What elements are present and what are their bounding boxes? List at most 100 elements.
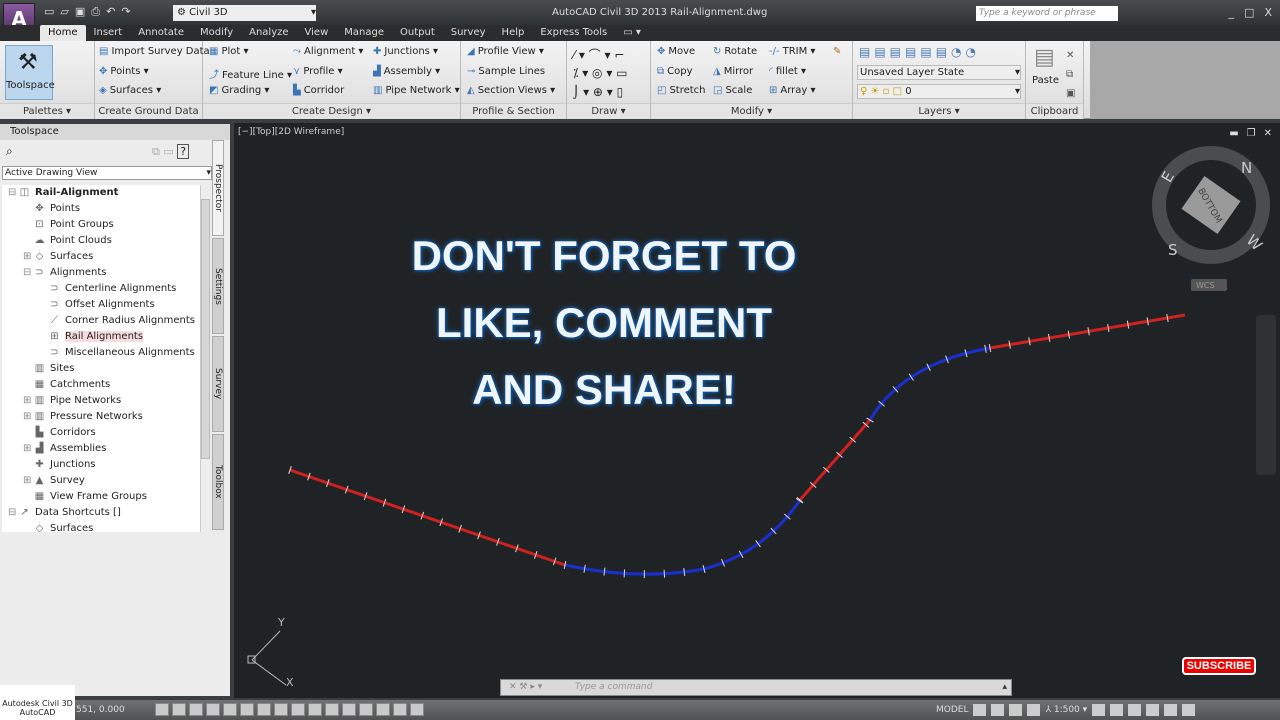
drafting-toggle-icon[interactable] [376,703,390,716]
tab-0[interactable]: Home [40,25,86,41]
annotation-visibility-icon[interactable] [1092,704,1106,716]
array-button[interactable]: ⊞ Array ▾ [769,85,816,96]
tree-node[interactable]: ⊟ ⊃ Alignments [2,265,210,281]
new-icon[interactable]: ▭ [44,5,54,19]
tree-node[interactable]: ⊃ Miscellaneous Alignments [2,345,210,361]
expand-icon[interactable]: ⊟ [8,505,18,521]
tree-node[interactable]: ⊞ ▥ Pipe Networks [2,393,210,409]
alignment-tangent[interactable] [798,419,872,501]
tab-10[interactable]: Express Tools [532,25,615,41]
layout-icon[interactable] [991,704,1005,716]
alignment-curve[interactable] [564,499,802,576]
drafting-toggle-icon[interactable] [325,703,339,716]
expand-icon[interactable]: ⊞ [23,393,33,409]
alignment-curve[interactable] [868,346,991,421]
drafting-toggle-icon[interactable] [308,703,322,716]
tree-node[interactable]: ✥ Points [2,201,210,217]
drafting-toggle-icon[interactable] [155,703,169,716]
expand-icon[interactable]: ⊞ [23,409,33,425]
drafting-toggle-icon[interactable] [206,703,220,716]
alignment-tangent[interactable] [989,313,1186,350]
feature-line-button[interactable]: ⤴ Feature Line ▾ [209,66,292,81]
maximize-button[interactable]: □ [1244,6,1254,19]
undo-icon[interactable]: ↶ [106,5,115,19]
tab-settings[interactable]: Settings [212,238,224,334]
assembly-button[interactable]: ▟ Assembly ▾ [373,66,440,77]
layout-icon[interactable] [1009,704,1023,716]
surfaces-button[interactable]: ◈ Surfaces ▾ [99,85,161,96]
mirror-button[interactable]: ◮ Mirror [713,66,753,77]
tree-node[interactable]: ⊞ ◇ Surfaces [2,249,210,265]
palettes-panel-title[interactable]: Palettes ▾ [0,103,94,119]
tree-node[interactable]: ✚ Junctions [2,457,210,473]
scale-button[interactable]: ◲ Scale [713,85,752,96]
drafting-toggle-icon[interactable] [393,703,407,716]
command-history-toggle[interactable]: ▴ [1002,680,1007,695]
profile-view-button[interactable]: ◢ Profile View ▾ [467,46,544,57]
tree-node[interactable]: ◇ Surfaces [2,521,210,532]
profile-button[interactable]: ⋎ Profile ▾ [293,66,343,77]
expand-icon[interactable]: ⊞ [23,249,33,265]
save-icon[interactable]: ▣ [75,5,85,19]
layout-icon[interactable] [1027,704,1041,716]
drafting-toggle-icon[interactable] [257,703,271,716]
lock-icon[interactable] [1128,704,1142,716]
drafting-toggle-icon[interactable] [274,703,288,716]
drafting-toggle-icon[interactable] [172,703,186,716]
tree-node[interactable]: ⊃ Centerline Alignments [2,281,210,297]
create-ground-data-title[interactable]: Create Ground Data ▾ [95,103,202,133]
line-icon[interactable]: ⁄ ▾ ⌒ ▾ ⌐ [573,46,624,63]
subscribe-button[interactable]: SUBSCRIBE [1182,657,1256,675]
points-button[interactable]: ✥ Points ▾ [99,66,149,77]
junctions-button[interactable]: ✚ Junctions ▾ [373,46,438,57]
copy-button[interactable]: ⧉ Copy [657,66,693,77]
paste-button[interactable]: Paste [1032,75,1059,86]
layers-title[interactable]: Layers ▾ [853,103,1025,119]
view-dropdown[interactable]: Active Drawing View ▾ [2,166,212,180]
tab-2[interactable]: Annotate [130,25,192,41]
workspace-dropdown[interactable]: ⚙ Civil 3D ▾ [173,5,316,21]
tree-node[interactable]: ▦ View Frame Groups [2,489,210,505]
command-line[interactable]: ✕ ⚒ ▸ ▾ Type a command ▴ [500,679,1012,696]
tree-node[interactable]: ⊡ Point Groups [2,217,210,233]
drafting-toggle-icon[interactable] [410,703,424,716]
minimize-button[interactable]: _ [1229,6,1235,19]
tab-6[interactable]: Manage [336,25,392,41]
tree-node[interactable]: ▦ Catchments [2,377,210,393]
profile-section-views-title[interactable]: Profile & Section Views [461,103,566,133]
tab-3[interactable]: Modify [192,25,241,41]
tab-prospector[interactable]: Prospector [212,140,224,236]
tree-node[interactable]: ▥ Sites [2,361,210,377]
compass-s[interactable]: S [1168,241,1178,259]
tree-scrollbar[interactable] [200,185,210,532]
tree-node[interactable]: ⊞ ▥ Pressure Networks [2,409,210,425]
trim-button[interactable]: -/- TRIM ▾ [769,46,815,57]
plot-button[interactable]: ▦ Plot ▾ [209,46,249,57]
clean-screen-icon[interactable] [1182,704,1196,716]
tab-8[interactable]: Survey [443,25,494,41]
open-icon[interactable]: ▱ [60,5,68,19]
modify-title[interactable]: Modify ▾ [651,103,852,119]
corridor-button[interactable]: ▙ Corridor [293,85,344,96]
pipe-network-button[interactable]: ▥ Pipe Network ▾ [373,85,460,96]
grading-button[interactable]: ◩ Grading ▾ [209,85,269,96]
toolspace-button[interactable]: ⚒ Toolspace [5,45,55,100]
hardware-icon[interactable] [1164,704,1178,716]
section-views-button[interactable]: ◭ Section Views ▾ [467,85,555,96]
tree-node[interactable]: ⊟ ◫ Rail-Alignment [2,185,210,201]
wcs-menu[interactable]: WCS [1196,281,1215,290]
create-design-title[interactable]: Create Design ▾ [203,103,460,119]
rotate-button[interactable]: ↻ Rotate [713,46,757,57]
layout-icon[interactable] [973,704,987,716]
tab-5[interactable]: View [297,25,337,41]
clipboard-title[interactable]: Clipboard [1026,103,1083,119]
stretch-button[interactable]: ◰ Stretch [657,85,706,96]
tab-11[interactable]: ▭ ▾ [615,25,649,41]
tree-node[interactable]: ⊞ ▟ Assemblies [2,441,210,457]
move-button[interactable]: ✥ Move [657,46,695,57]
expand-icon[interactable]: ⊞ [23,441,33,457]
polyline-icon[interactable]: ⌡ ▾ ⊕ ▾ ▯ [573,85,623,99]
isolate-icon[interactable] [1146,704,1160,716]
command-input[interactable]: Type a command [575,682,652,692]
drafting-toggle-icon[interactable] [223,703,237,716]
